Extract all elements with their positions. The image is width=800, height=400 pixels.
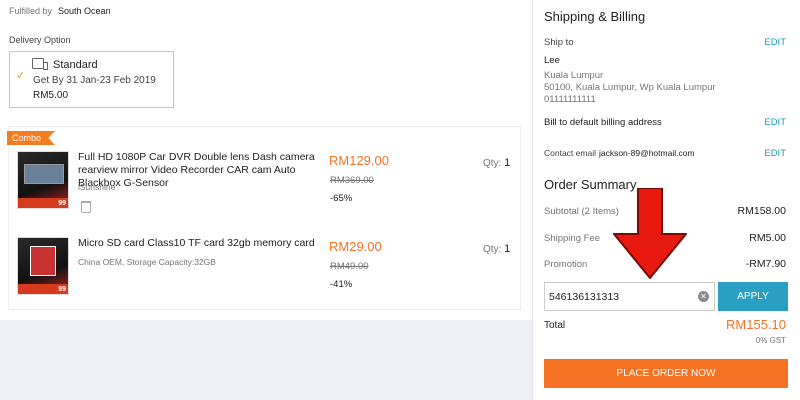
place-order-button[interactable]: PLACE ORDER NOW (544, 359, 788, 388)
product-image-badge: 99 (58, 286, 66, 293)
delivery-option-name: Standard (53, 59, 98, 71)
left-panel: Fulfilled by South Ocean Delivery Option … (0, 0, 532, 320)
product-quantity: Qty: 1 (483, 157, 510, 169)
qty-value: 1 (504, 243, 511, 255)
delivery-eta: Get By 31 Jan-23 Feb 2019 (33, 75, 156, 86)
clear-icon[interactable]: ✕ (698, 291, 709, 302)
qty-label: Qty: (483, 244, 502, 255)
qty-value: 1 (504, 157, 511, 169)
phone-number: 01111111111 (544, 94, 596, 105)
product-original-price: RM49.00 (330, 261, 369, 272)
recipient-name: Lee (544, 55, 560, 66)
apply-button[interactable]: APPLY (718, 282, 788, 311)
items-list: Combo 99 Full HD 1080P Car DVR Double le… (7, 126, 522, 310)
promotion-value: -RM7.90 (745, 258, 786, 270)
combo-badge: Combo (7, 131, 55, 145)
voucher-input[interactable] (549, 289, 689, 305)
ship-to-label: Ship to (544, 37, 574, 48)
shipping-fee-label: Shipping Fee (544, 233, 600, 244)
total-label: Total (544, 320, 566, 331)
subtotal-value: RM158.00 (737, 205, 786, 217)
shipping-address: Kuala Lumpur 50100, Kuala Lumpur, Wp Kua… (544, 70, 716, 106)
down-arrow-icon (613, 188, 687, 279)
delivery-option-title: Delivery Option (9, 35, 71, 45)
fulfilled-label: Fulfilled by (9, 6, 53, 16)
product-quantity: Qty: 1 (483, 243, 510, 255)
trash-icon[interactable] (81, 201, 91, 213)
total-value: RM155.10 (726, 317, 786, 332)
check-icon: ✓ (16, 70, 26, 82)
fulfilled-by: Fulfilled by South Ocean (9, 6, 111, 16)
edit-email-link[interactable]: EDIT (764, 148, 786, 159)
product-discount: -41% (330, 279, 353, 290)
promotion-label: Promotion (544, 259, 588, 270)
list-item: 99 Micro SD card Class10 TF card 32gb me… (9, 237, 522, 307)
product-image[interactable]: 99 (17, 237, 69, 295)
list-item: 99 Full HD 1080P Car DVR Double lens Das… (9, 151, 522, 221)
email-label: Contact email (544, 148, 596, 158)
address-line-1: Kuala Lumpur (544, 70, 604, 81)
contact-email: Contact email jackson-89@hotmail.com (544, 148, 695, 158)
product-original-price: RM369.00 (330, 175, 374, 186)
product-price: RM129.00 (329, 153, 389, 168)
product-image-screen (24, 164, 64, 184)
qty-label: Qty: (483, 158, 502, 169)
truck-icon (32, 58, 48, 70)
product-brand: China OEM, Storage Capacity:32GB (78, 257, 216, 267)
billing-address-label: Bill to default billing address (544, 117, 662, 128)
product-image-card (30, 246, 56, 276)
seller-name[interactable]: South Ocean (58, 6, 111, 16)
product-image-badge: 99 (58, 200, 66, 207)
gst-note: 0% GST (755, 336, 786, 345)
edit-billing-link[interactable]: EDIT (764, 117, 786, 128)
delivery-price: RM5.00 (33, 90, 69, 101)
product-name[interactable]: Micro SD card Class10 TF card 32gb memor… (78, 237, 324, 250)
email-value: jackson-89@hotmail.com (598, 148, 695, 158)
address-line-2: 50100, Kuala Lumpur, Wp Kuala Lumpur (544, 82, 716, 93)
delivery-option-card[interactable]: ✓ Standard Get By 31 Jan-23 Feb 2019 RM5… (9, 51, 174, 108)
edit-shipping-link[interactable]: EDIT (764, 37, 786, 48)
product-image[interactable]: 99 (17, 151, 69, 209)
product-discount: -65% (330, 193, 353, 204)
product-price: RM29.00 (329, 239, 382, 254)
shipping-fee-value: RM5.00 (749, 232, 786, 244)
shipping-billing-title: Shipping & Billing (544, 9, 646, 24)
voucher-field: ✕ (544, 282, 715, 311)
subtotal-label: Subtotal (2 Items) (544, 206, 619, 217)
product-brand: iSunshine (78, 182, 116, 192)
